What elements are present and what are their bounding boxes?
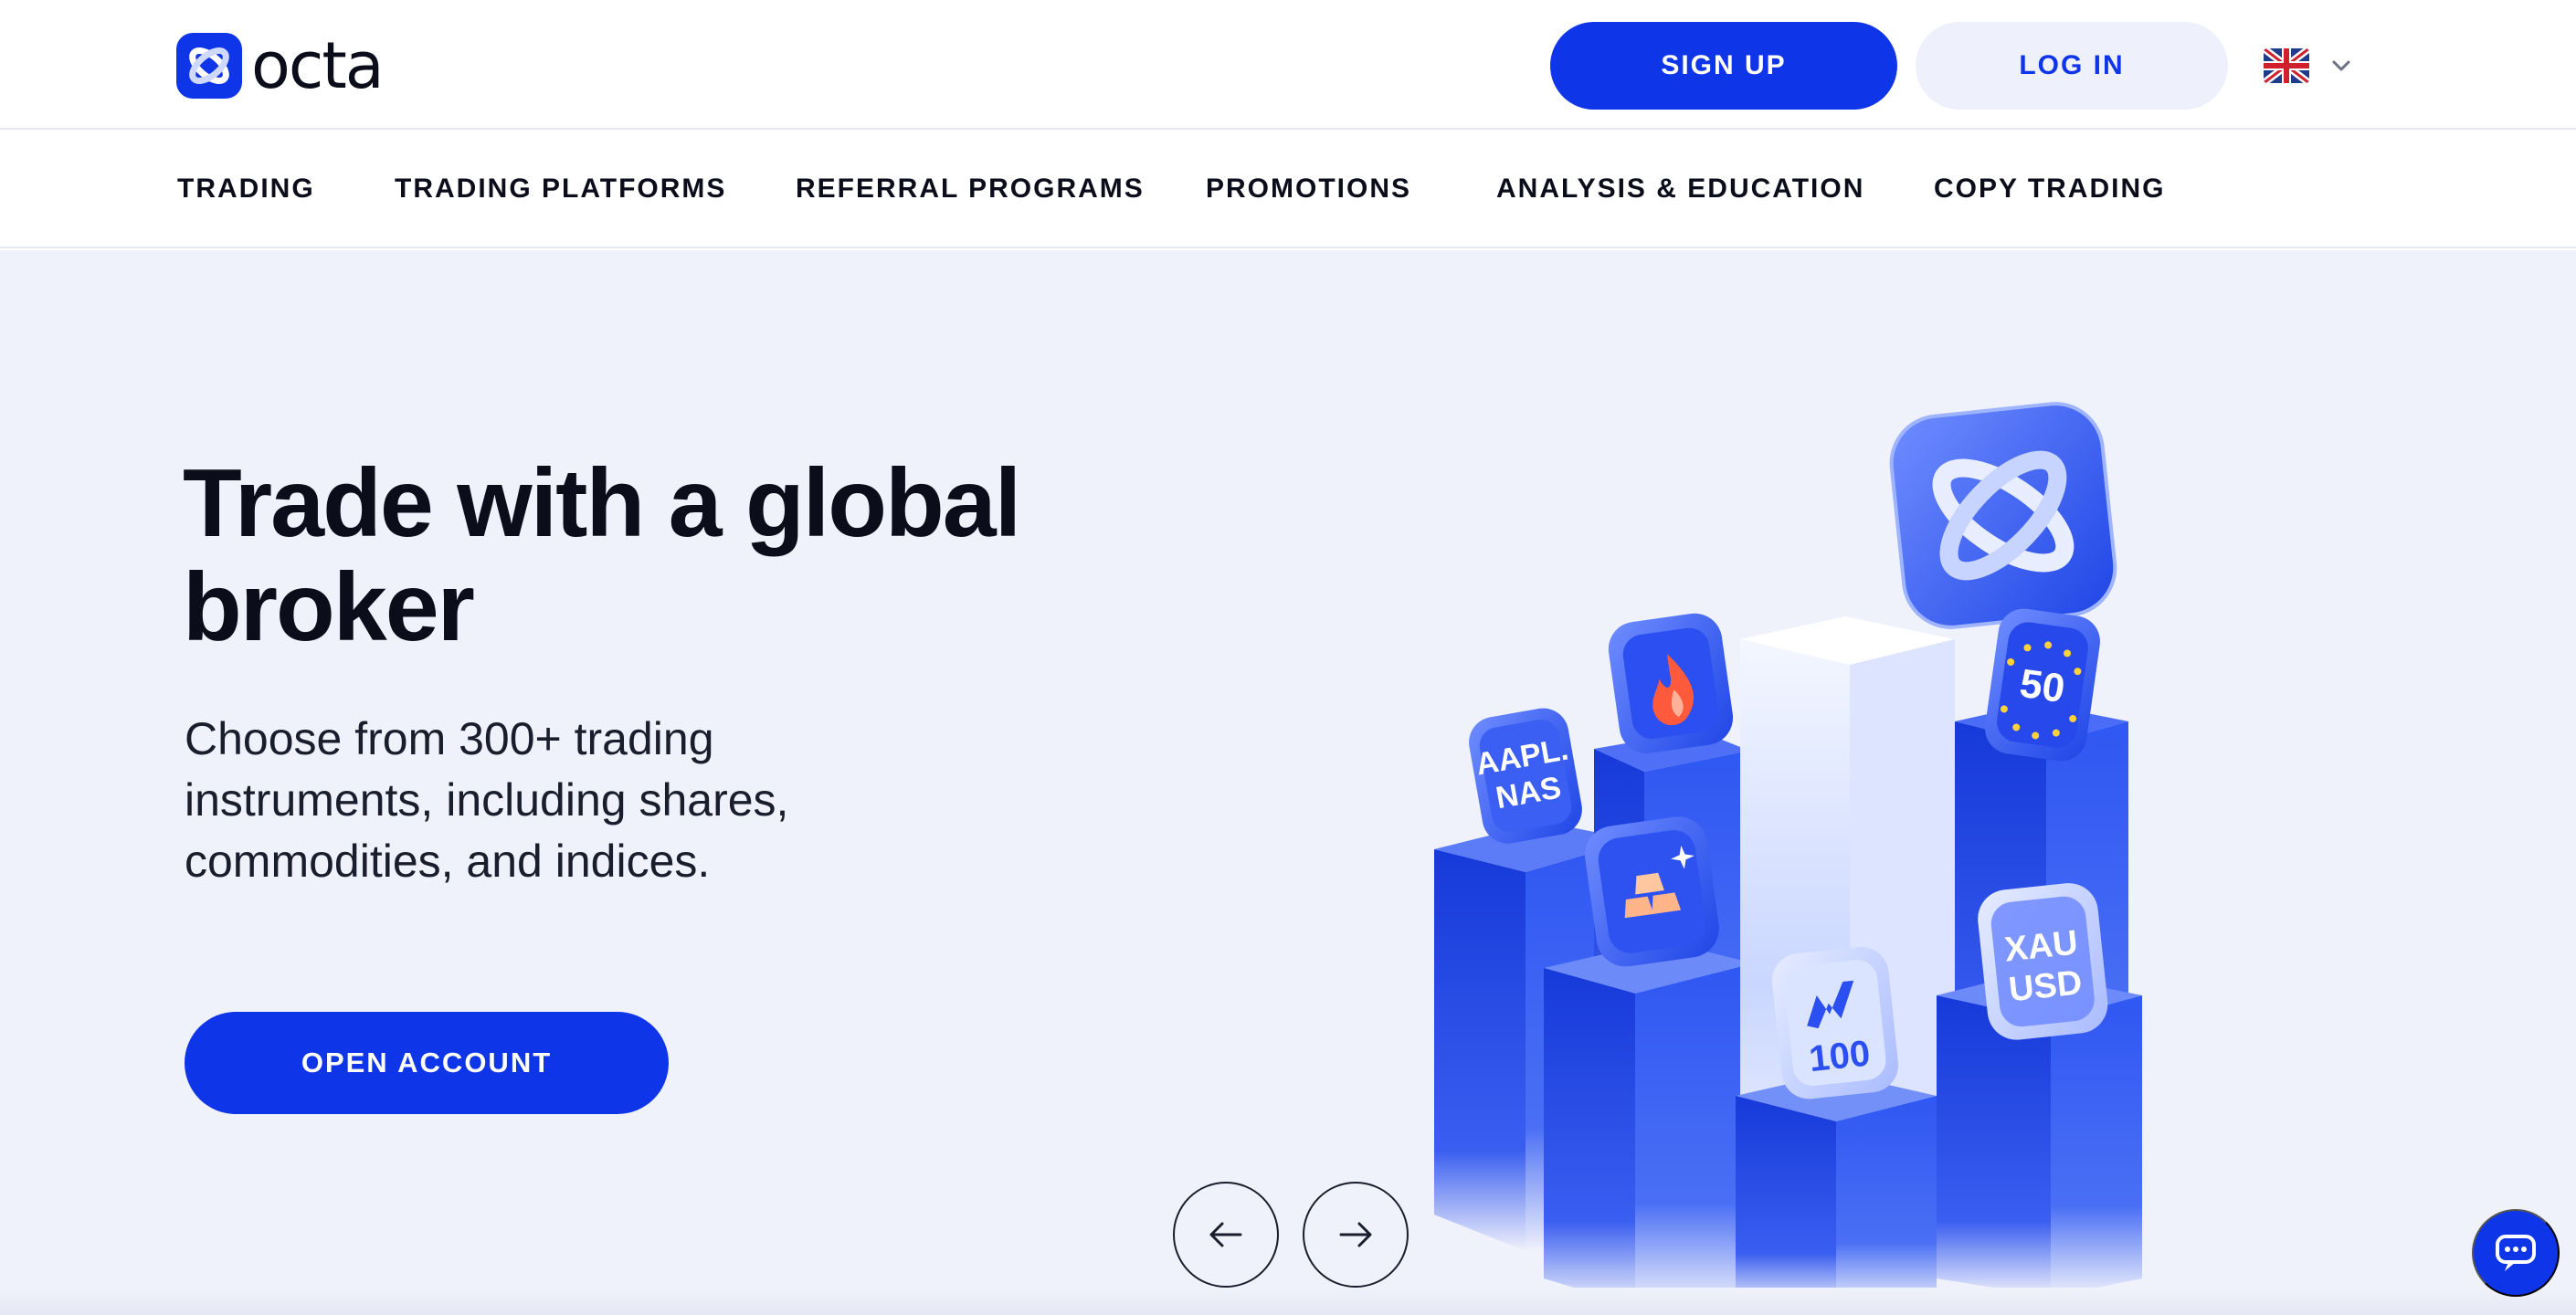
top-bar: octa SIGN UP LOG IN bbox=[0, 0, 2576, 130]
hero-illustration: AAPL. NAS 50 XAU USD 100 bbox=[1434, 402, 2142, 1306]
chevron-down-icon bbox=[2329, 54, 2353, 78]
hero-title: Trade with a global broker bbox=[183, 449, 1021, 661]
tile-gold-line2: USD bbox=[2007, 963, 2084, 1009]
tile-nasdaq-text: 100 bbox=[1807, 1033, 1872, 1079]
arrow-right-icon bbox=[1339, 1222, 1372, 1247]
tile-gold-line1: XAU bbox=[2002, 923, 2079, 969]
uk-flag-icon bbox=[2264, 48, 2309, 83]
main-nav: TRADING TRADING PLATFORMS REFERRAL PROGR… bbox=[0, 130, 2576, 248]
open-account-button[interactable]: OPEN ACCOUNT bbox=[185, 1012, 669, 1114]
hero-subtitle: Choose from 300+ trading instruments, in… bbox=[185, 713, 789, 887]
octa-x-icon bbox=[176, 33, 242, 99]
log-in-button[interactable]: LOG IN bbox=[1916, 22, 2228, 110]
section-divider-shadow bbox=[0, 1288, 2576, 1315]
chat-button[interactable] bbox=[2472, 1209, 2560, 1297]
hero-banner: Trade with a global broker Choose from 3… bbox=[0, 250, 2576, 1315]
nav-item-promotions[interactable]: PROMOTIONS bbox=[1206, 174, 1411, 205]
chat-icon bbox=[2496, 1235, 2536, 1271]
nav-item-referral-programs[interactable]: REFERRAL PROGRAMS bbox=[796, 174, 1145, 205]
nav-item-trading[interactable]: TRADING bbox=[177, 174, 315, 205]
nav-item-trading-platforms[interactable]: TRADING PLATFORMS bbox=[395, 174, 726, 205]
nav-item-analysis-education[interactable]: ANALYSIS & EDUCATION bbox=[1496, 174, 1864, 205]
carousel-next-button[interactable] bbox=[1303, 1182, 1409, 1288]
carousel-prev-button[interactable] bbox=[1173, 1182, 1279, 1288]
tile-eu-text: 50 bbox=[2017, 661, 2067, 711]
octa-logo[interactable]: octa bbox=[176, 28, 385, 103]
nav-item-copy-trading[interactable]: COPY TRADING bbox=[1934, 174, 2165, 205]
language-selector[interactable] bbox=[2264, 46, 2353, 86]
brand-name: octa bbox=[251, 28, 385, 103]
sign-up-button[interactable]: SIGN UP bbox=[1550, 22, 1897, 110]
arrow-left-icon bbox=[1209, 1222, 1242, 1247]
